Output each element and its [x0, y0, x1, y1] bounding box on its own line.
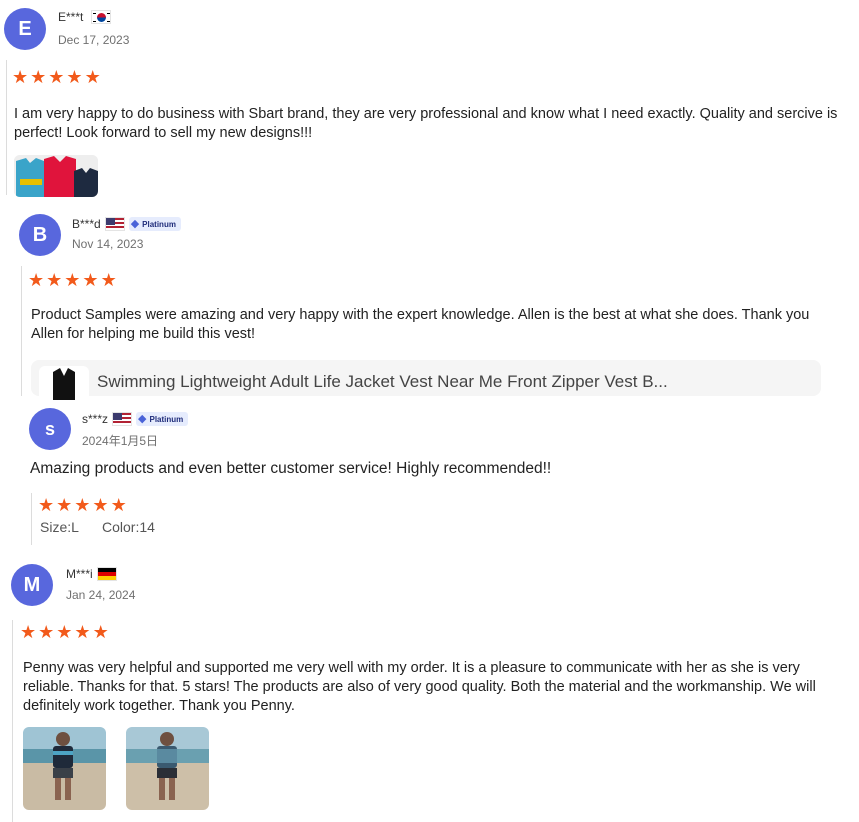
reviewer-name: M***i	[66, 567, 93, 581]
korea-flag-icon	[91, 10, 112, 24]
star-icon: ★	[74, 622, 91, 642]
star-icon: ★	[48, 67, 65, 87]
star-icon: ★	[92, 495, 109, 515]
review-date: 2024年1月5日	[82, 434, 159, 448]
divider	[6, 60, 7, 195]
verified-diamond-icon: ◆	[130, 217, 140, 230]
reviewer-name-row: M***i	[66, 567, 117, 581]
review-date: Nov 14, 2023	[72, 237, 144, 251]
review-photo-2[interactable]	[126, 727, 209, 810]
star-icon: ★	[64, 270, 81, 290]
star-icon: ★	[30, 67, 47, 87]
star-rating: ★ ★ ★ ★ ★	[28, 271, 117, 289]
review-date: Dec 17, 2023	[58, 33, 130, 47]
star-icon: ★	[56, 622, 73, 642]
size-attribute: Size:L	[40, 519, 79, 535]
usa-flag-icon	[104, 217, 125, 231]
germany-flag-icon	[96, 567, 117, 581]
badge-label: Platinum	[142, 219, 176, 229]
reviewer-name-row: s***z ◆ Platinum	[82, 412, 189, 426]
star-icon: ★	[46, 270, 63, 290]
star-icon: ★	[38, 495, 55, 515]
divider	[12, 620, 13, 822]
star-icon: ★	[56, 495, 73, 515]
reviewer-name-row: B***d ◆ Platinum	[72, 217, 181, 231]
product-card[interactable]: Swimming Lightweight Adult Life Jacket V…	[31, 360, 821, 400]
star-icon: ★	[100, 270, 117, 290]
review-text: Product Samples were amazing and very ha…	[31, 307, 810, 342]
color-value: 14	[139, 519, 155, 535]
star-icon: ★	[28, 270, 45, 290]
platinum-badge: ◆ Platinum	[128, 217, 181, 231]
review-text: I am very happy to do business with Sbar…	[14, 106, 838, 141]
avatar[interactable]: s	[29, 408, 71, 450]
review-photo-vests[interactable]	[14, 155, 98, 197]
black-vest-image	[53, 368, 75, 400]
reviewer-name: E***t	[58, 10, 84, 24]
product-thumbnail	[39, 366, 89, 400]
star-icon: ★	[66, 67, 83, 87]
star-icon: ★	[12, 67, 29, 87]
star-rating: ★ ★ ★ ★ ★	[12, 68, 101, 86]
size-value: L	[71, 519, 79, 535]
vests-image	[14, 155, 98, 197]
color-label: Color:	[102, 519, 140, 535]
star-icon: ★	[20, 622, 37, 642]
star-icon: ★	[92, 622, 109, 642]
review-text: Penny was very helpful and supported me …	[23, 660, 816, 714]
verified-diamond-icon: ◆	[138, 412, 147, 425]
beach-photo-image	[126, 727, 209, 810]
star-icon: ★	[84, 67, 101, 87]
beach-photo-image	[23, 727, 106, 810]
reviewer-name: s***z	[82, 412, 109, 426]
product-title[interactable]: Swimming Lightweight Adult Life Jacket V…	[97, 372, 668, 392]
reviewer-name-row: E***t	[58, 10, 112, 24]
avatar[interactable]: B	[19, 214, 61, 256]
star-icon: ★	[38, 622, 55, 642]
star-rating: ★ ★ ★ ★ ★	[38, 496, 127, 514]
size-label: Size:	[40, 519, 72, 535]
badge-label: Platinum	[149, 414, 184, 424]
review-photo-1[interactable]	[23, 727, 106, 810]
avatar[interactable]: M	[11, 564, 53, 606]
color-attribute: Color:14	[102, 519, 155, 535]
avatar[interactable]: E	[4, 8, 46, 50]
star-rating: ★ ★ ★ ★ ★	[20, 623, 109, 641]
divider	[31, 493, 32, 545]
review-text: Amazing products and even better custome…	[30, 460, 552, 477]
star-icon: ★	[82, 270, 99, 290]
divider	[21, 266, 22, 396]
usa-flag-icon	[112, 412, 133, 426]
platinum-badge: ◆ Platinum	[136, 412, 189, 426]
review-date: Jan 24, 2024	[66, 588, 136, 602]
star-icon: ★	[110, 495, 127, 515]
star-icon: ★	[74, 495, 91, 515]
reviewer-name: B***d	[72, 217, 101, 231]
